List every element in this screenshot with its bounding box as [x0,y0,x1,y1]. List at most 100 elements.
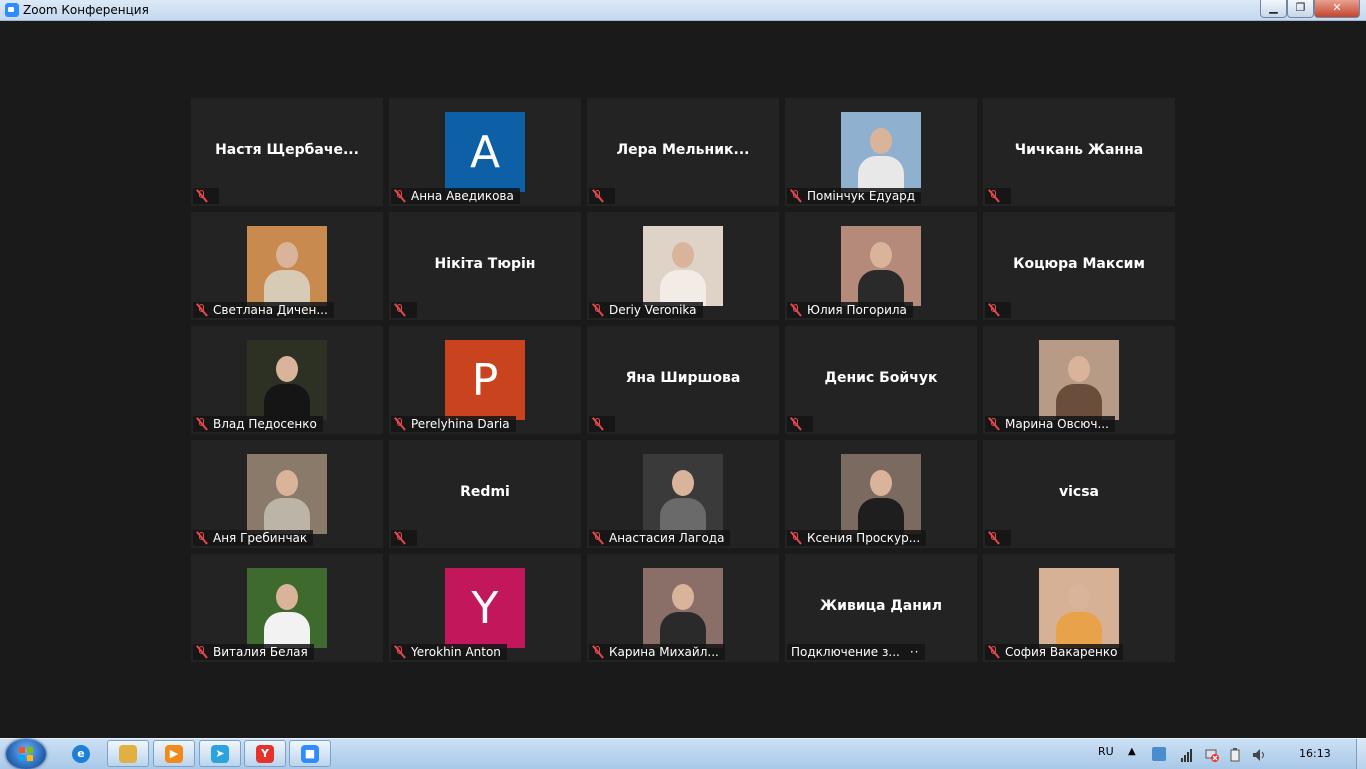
start-button[interactable] [6,739,46,769]
participant-name-label: Yerokhin Anton [411,645,501,659]
participant-tile[interactable]: Нікіта Тюрін [389,212,581,320]
participant-profile-photo [247,568,327,648]
language-indicator[interactable]: RU [1098,745,1114,758]
window-titlebar: Zoom Конференция ▁ ❐ ✕ [0,0,1366,21]
participant-tile[interactable]: P Perelyhina Daria [389,326,581,434]
participant-gallery: Настя Щербаче... A Анна Аведикова Лера Мель… [191,98,1175,662]
participant-tile[interactable]: Виталия Белая [191,554,383,662]
taskbar-button[interactable]: ■ [289,740,331,767]
participant-profile-photo [643,226,723,306]
muted-microphone-icon [591,645,605,659]
participant-label-bar: София Вакаренко [985,644,1124,660]
windows-taskbar: e ▶ ➤ Y ■ RU ▲ 16:13 [0,738,1366,769]
participant-label-bar [589,188,615,204]
participant-profile-photo [247,454,327,534]
participant-profile-photo [841,112,921,192]
participant-display-name: Redmi [460,484,510,500]
clock[interactable]: 16:13 [1299,747,1331,760]
minimize-button[interactable]: ▁ [1260,0,1287,18]
participant-label-bar: Светлана Дичен... [193,302,334,318]
network-disconnected-icon[interactable] [1205,747,1219,762]
participant-name-label: Виталия Белая [213,645,308,659]
muted-microphone-icon [789,531,803,545]
participant-display-name: Яна Ширшова [625,370,741,386]
participant-tile[interactable]: Анастасия Лагода [587,440,779,548]
muted-microphone-icon [393,531,407,545]
taskbar-button[interactable]: ➤ [199,740,241,767]
participant-tile[interactable]: Марина Овсюч... [983,326,1175,434]
taskbar-button[interactable]: Y [244,740,286,767]
participant-label-bar [985,188,1011,204]
participant-name-label: Карина Михайл... [609,645,719,659]
participant-display-name: Лера Мельник... [616,142,750,158]
participant-tile[interactable]: Настя Щербаче... [191,98,383,206]
participant-display-name: Чичкань Жанна [1014,142,1144,158]
muted-microphone-icon [789,417,803,431]
participant-tile[interactable]: Y Yerokhin Anton [389,554,581,662]
taskbar-button[interactable]: e [60,740,102,767]
participant-tile[interactable]: Коцюра Максим [983,212,1175,320]
muted-microphone-icon [591,531,605,545]
participant-tile[interactable]: Лера Мельник... [587,98,779,206]
taskbar-button[interactable] [107,740,149,767]
close-button[interactable]: ✕ [1314,0,1360,18]
muted-microphone-icon [195,531,209,545]
muted-microphone-icon [987,417,1001,431]
participant-label-bar: Аня Гребинчак [193,530,314,546]
show-hidden-icons-button[interactable]: ▲ [1128,746,1136,757]
participant-display-name: Настя Щербаче... [215,142,359,158]
muted-microphone-icon [987,189,1001,203]
participant-label-bar: Марина Овсюч... [985,416,1115,432]
participant-label-bar [787,416,813,432]
muted-microphone-icon [393,417,407,431]
participant-label-bar [589,416,615,432]
show-desktop-button[interactable] [1356,739,1366,769]
participant-name-label: Марина Овсюч... [1005,417,1109,431]
participant-label-bar: Подключение з... ·· [787,644,926,660]
participant-profile-photo [247,226,327,306]
more-options-icon[interactable]: ·· [910,645,920,659]
participant-tile[interactable]: Юлия Погорила [785,212,977,320]
participant-label-bar: Карина Михайл... [589,644,725,660]
power-icon[interactable] [1229,747,1243,762]
participant-tile[interactable]: София Вакаренко [983,554,1175,662]
participant-tile[interactable]: Яна Ширшова [587,326,779,434]
participant-label-bar: Анна Аведикова [391,188,520,204]
participant-tile[interactable]: Карина Михайл... [587,554,779,662]
participant-tile[interactable]: Живица Данил Подключение з... ·· [785,554,977,662]
participant-tile[interactable]: Денис Бойчук [785,326,977,434]
participant-label-bar: Perelyhina Daria [391,416,516,432]
participant-profile-photo [1039,568,1119,648]
restore-button[interactable]: ❐ [1287,0,1314,18]
participant-tile[interactable]: Светлана Дичен... [191,212,383,320]
muted-microphone-icon [195,189,209,203]
participant-label-bar: Юлия Погорила [787,302,913,318]
muted-microphone-icon [195,645,209,659]
muted-microphone-icon [195,417,209,431]
network-signal-icon[interactable] [1180,747,1194,762]
telegram-icon: ➤ [211,744,229,763]
participant-tile[interactable]: Помінчук Едуард [785,98,977,206]
participant-tile[interactable]: vicsa [983,440,1175,548]
participant-name-label: Влад Педосенко [213,417,317,431]
participant-display-name: vicsa [1058,484,1099,500]
muted-microphone-icon [789,303,803,317]
volume-icon[interactable] [1252,747,1266,761]
participant-tile[interactable]: A Анна Аведикова [389,98,581,206]
participant-avatar: P [445,340,525,420]
participant-tile[interactable]: Аня Гребинчак [191,440,383,548]
participant-tile[interactable]: Deriy Veronika [587,212,779,320]
participant-tile[interactable]: Влад Педосенко [191,326,383,434]
participant-name-label: Светлана Дичен... [213,303,328,317]
participant-name-label: Анна Аведикова [411,189,514,203]
participant-tile[interactable]: Redmi [389,440,581,548]
participant-profile-photo [643,454,723,534]
muted-microphone-icon [393,189,407,203]
participant-tile[interactable]: Чичкань Жанна [983,98,1175,206]
participant-profile-photo [1039,340,1119,420]
participant-profile-photo [247,340,327,420]
participant-tile[interactable]: Ксения Проскур... [785,440,977,548]
update-icon[interactable] [1152,747,1166,761]
taskbar-button[interactable]: ▶ [153,740,195,767]
participant-display-name: Живица Данил [820,598,942,614]
